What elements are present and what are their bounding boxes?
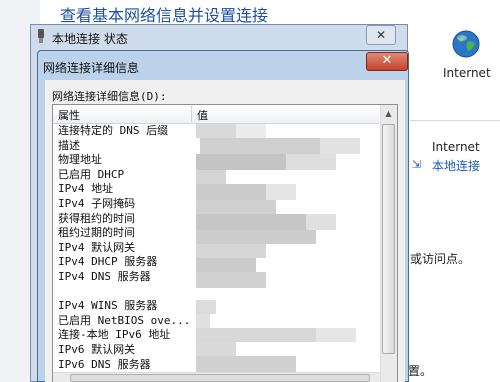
connection-icon: ⇲ [412, 158, 422, 171]
list-item[interactable]: 租约过期的时间 [58, 226, 190, 241]
column-separator[interactable] [191, 106, 192, 122]
list-item[interactable]: IPv6 DNS 服务器 [58, 358, 190, 373]
column-header-value[interactable]: 值 [197, 107, 208, 123]
list-item[interactable]: IPv4 地址 [58, 182, 190, 197]
dialog-title: 网络连接详细信息 [43, 61, 140, 75]
scroll-up-arrow-icon[interactable]: ▲ [381, 106, 396, 122]
divider [410, 120, 500, 121]
list-item[interactable]: 获得租约的时间 [58, 212, 190, 227]
status-window-title: 本地连接 状态 [52, 32, 128, 46]
list-item[interactable]: IPv4 DNS 服务器 [58, 270, 190, 285]
list-item-empty[interactable] [58, 285, 190, 300]
property-list: 连接特定的 DNS 后缀 描述 物理地址 已启用 DHCP IPv4 地址 IP… [58, 124, 190, 372]
local-connection-link[interactable]: 本地连接 [432, 157, 480, 174]
list-item[interactable]: IPv6 默认网关 [58, 343, 190, 358]
list-item[interactable]: IPv4 默认网关 [58, 241, 190, 256]
list-item[interactable]: IPv4 DHCP 服务器 [58, 255, 190, 270]
dialog-close-button[interactable]: ✕ [366, 52, 408, 71]
internet-label: Internet [443, 66, 491, 80]
list-item[interactable]: 连接特定的 DNS 后缀 [58, 124, 190, 139]
list-item[interactable]: 已启用 DHCP [58, 168, 190, 183]
network-center-title: 查看基本网络信息并设置连接 [60, 6, 269, 25]
list-item[interactable]: IPv4 WINS 服务器 [58, 299, 190, 314]
column-header [53, 105, 379, 124]
list-item[interactable]: IPv4 子网掩码 [58, 197, 190, 212]
obscured-values [192, 124, 378, 374]
partial-text-access: 或访问点。 [410, 252, 471, 266]
horizontal-scroll-thumb[interactable] [70, 374, 370, 382]
column-header-property[interactable]: 属性 [58, 107, 80, 123]
internet-label-2: Internet [432, 140, 480, 154]
list-item[interactable]: 描述 [58, 139, 190, 154]
list-item[interactable]: 已启用 NetBIOS ove... [58, 314, 190, 329]
list-item[interactable]: 物理地址 [58, 153, 190, 168]
partial-text-bottom: 置。 [408, 364, 433, 378]
network-adapter-icon [38, 29, 44, 43]
list-caption: 网络连接详细信息(D): [52, 90, 167, 103]
status-close-button[interactable]: ✕ [366, 25, 396, 45]
vertical-scroll-thumb[interactable] [382, 124, 395, 354]
list-item[interactable]: 连接-本地 IPv6 地址 [58, 328, 190, 343]
globe-icon[interactable] [452, 30, 480, 58]
